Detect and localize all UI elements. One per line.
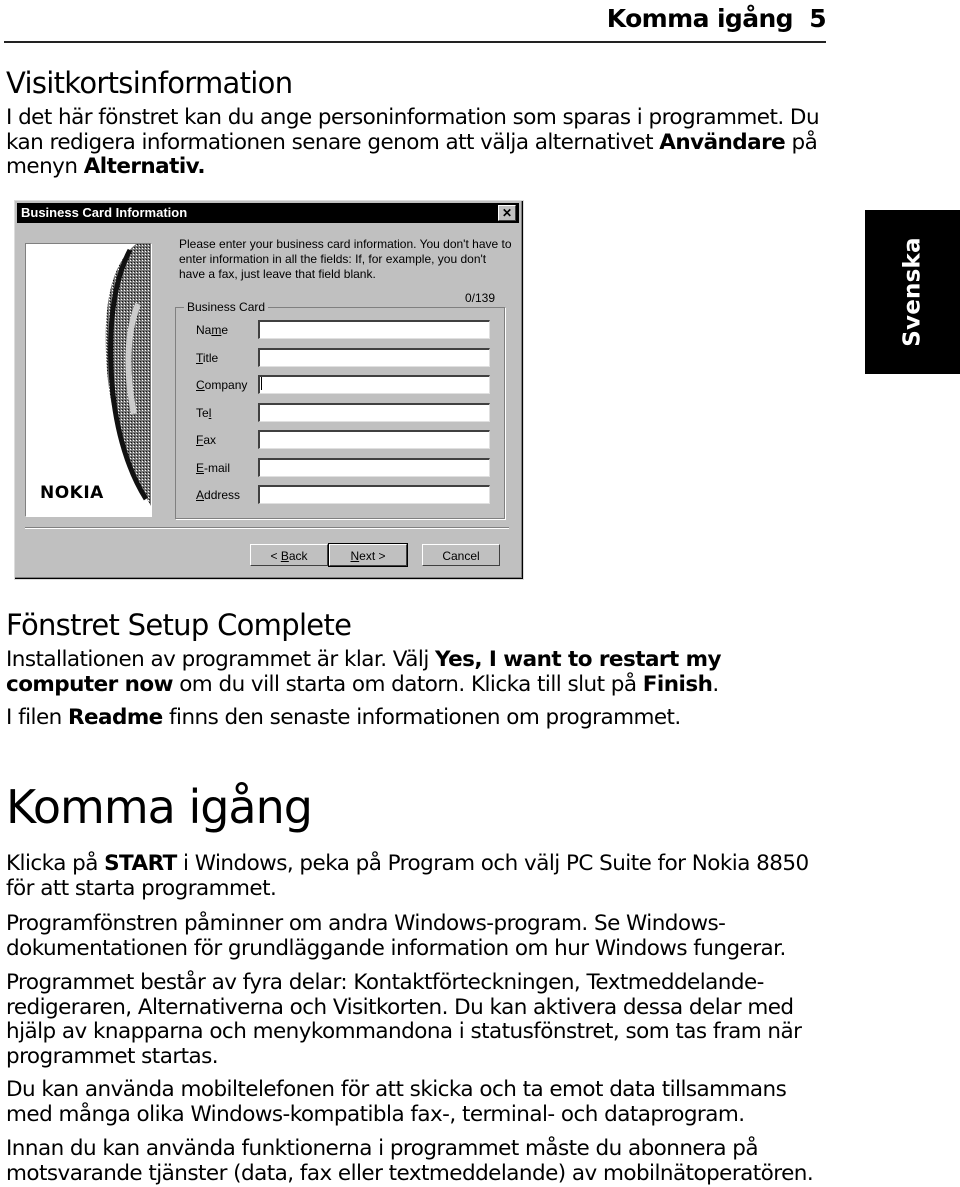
section1-paragraph: I det här fönstret kan du ange personinf… — [6, 105, 820, 179]
form-row: Tel — [194, 402, 500, 425]
cancel-button[interactable]: Cancel — [422, 544, 500, 566]
text-caret — [261, 377, 262, 390]
back-button[interactable]: < Back — [250, 544, 328, 566]
section3-paragraph-2: Programfönstren påminner om andra Window… — [6, 911, 786, 961]
text-field[interactable] — [258, 375, 490, 394]
text-field[interactable] — [258, 347, 490, 367]
section3-paragraph-4: Du kan använda mobiltelefonen för att sk… — [6, 1077, 787, 1127]
section3-paragraph-1: Klicka på START i Windows, peka på Progr… — [6, 851, 809, 901]
business-card-dialog: Business Card Information ✕ NOKIA Please… — [14, 200, 524, 580]
text-field[interactable] — [258, 402, 490, 422]
running-head-title: Komma igång 5 — [606, 4, 827, 33]
close-icon[interactable]: ✕ — [498, 205, 516, 221]
header-rule — [4, 41, 826, 43]
nokia-logo: NOKIA — [40, 483, 104, 503]
field-label: Title — [196, 350, 219, 365]
page-number: 5 — [809, 4, 826, 33]
field-label: Company — [196, 378, 248, 392]
section2-paragraph-1: Installationen av programmet är klar. Vä… — [6, 647, 721, 697]
dialog-intro-text: Please enter your business card informat… — [179, 237, 512, 281]
form-row: Fax — [194, 430, 500, 452]
language-tab-label: Svenska — [899, 237, 926, 347]
character-counter: 0/139 — [465, 291, 496, 305]
field-label: Address — [196, 488, 241, 502]
field-label: Name — [196, 323, 229, 337]
section-heading-business-card: Visitkortsinformation — [6, 66, 293, 100]
form-row: Title — [194, 347, 500, 370]
field-label: E-mail — [196, 460, 231, 475]
field-label: Tel — [196, 405, 212, 420]
section3-paragraph-5: Innan du kan använda funktionerna i prog… — [6, 1136, 814, 1186]
text-field[interactable] — [258, 457, 490, 477]
form-row: Name — [194, 320, 500, 342]
field-label: Fax — [196, 433, 217, 447]
section3-paragraph-3: Programmet består av fyra delar: Kontakt… — [6, 970, 802, 1069]
form-row: E-mail — [194, 457, 500, 480]
next-button[interactable]: Next > — [328, 543, 408, 567]
language-tab: Svenska — [865, 210, 960, 374]
text-field[interactable] — [258, 430, 490, 449]
chapter-heading: Komma igång — [6, 780, 313, 834]
globe-icon — [105, 244, 151, 506]
group-label: Business Card — [184, 300, 269, 314]
running-head: Komma igång 5 — [0, 0, 827, 44]
dialog-titlebar: Business Card Information ✕ — [17, 203, 519, 223]
form-row: Company — [194, 375, 500, 397]
section-heading-setup-complete: Fönstret Setup Complete — [6, 608, 352, 642]
dialog-title: Business Card Information — [21, 205, 188, 220]
text-field[interactable] — [258, 485, 490, 504]
form-row: Address — [194, 485, 500, 507]
dialog-separator — [25, 527, 509, 528]
text-field[interactable] — [258, 320, 490, 339]
nokia-banner-image: NOKIA — [25, 243, 152, 517]
business-card-group: Business Card Name Title Company Tel Fax E-ma… — [175, 300, 505, 519]
section2-paragraph-2: I filen Readme finns den senaste informa… — [6, 705, 681, 730]
